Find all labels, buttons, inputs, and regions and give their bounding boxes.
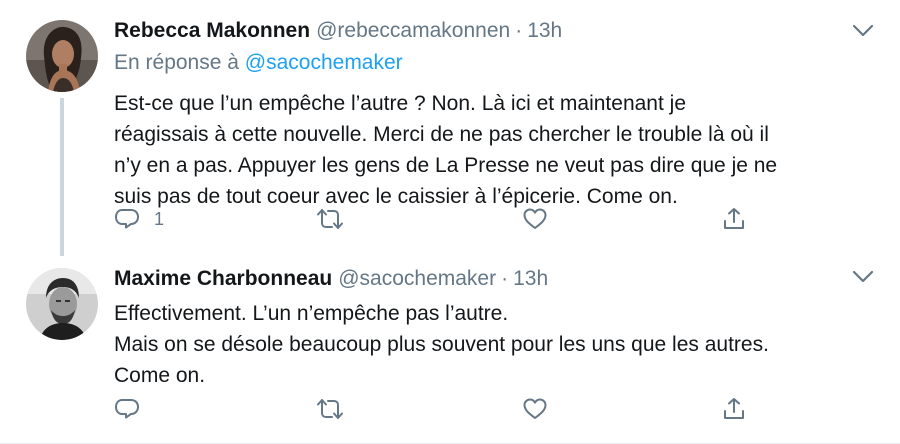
reply-button[interactable]: 1 (114, 204, 164, 234)
tweet-text: Effectivement. L’un n’empêche pas l’autr… (114, 298, 874, 391)
retweet-icon (317, 209, 343, 229)
tweet-maxime-charbonneau[interactable]: Maxime Charbonneau @sacochemaker · 13h Effe… (0, 250, 900, 444)
share-button[interactable] (721, 394, 747, 424)
avatar-image (26, 268, 98, 340)
mention-link[interactable]: @sacochemaker (245, 51, 403, 74)
retweet-button[interactable] (316, 394, 344, 424)
tweet-text-line: Come on. (114, 364, 206, 387)
retweet-button[interactable] (316, 204, 344, 234)
tweet-timestamp[interactable]: 13h (513, 267, 548, 290)
share-icon (724, 398, 744, 419)
tweet-actions: 1 (114, 204, 774, 234)
chevron-down-icon (852, 24, 874, 37)
share-icon (724, 208, 744, 229)
like-icon (523, 208, 547, 229)
like-icon (523, 398, 547, 419)
reply-icon (115, 209, 139, 229)
more-options-button[interactable] (852, 24, 874, 40)
tweet-text-line: Effectivement. L’un n’empêche pas l’autr… (114, 302, 509, 325)
tweet-content: Maxime Charbonneau @sacochemaker · 13h Effe… (114, 264, 874, 391)
avatar[interactable] (26, 268, 98, 340)
thread-line (60, 98, 64, 256)
avatar[interactable] (26, 20, 98, 92)
reply-button[interactable] (114, 394, 140, 424)
author-name[interactable]: Rebecca Makonnen (114, 19, 310, 42)
tweet-text-line: Est-ce que l’un empêche l’autre ? Non. L… (114, 92, 686, 115)
chevron-down-icon (852, 270, 874, 283)
tweet-actions (114, 394, 774, 424)
avatar-image (26, 20, 98, 92)
author-name[interactable]: Maxime Charbonneau (114, 267, 332, 290)
like-button[interactable] (522, 394, 548, 424)
reply-context: En réponse à @sacochemaker (114, 48, 874, 78)
tweet-content: Rebecca Makonnen @rebeccamakonnen · 13h En … (114, 16, 874, 212)
tweet-text-line: Mais on se désole beaucoup plus souvent … (114, 333, 769, 356)
tweet-text-line: n’y en a pas. Appuyer les gens de La Pre… (114, 154, 778, 177)
tweet-header: Maxime Charbonneau @sacochemaker · 13h (114, 264, 874, 294)
tweet-text-line: réagissais à cette nouvelle. Merci de ne… (114, 123, 769, 146)
author-handle[interactable]: @sacochemaker (338, 267, 496, 290)
reply-count: 1 (154, 208, 165, 229)
more-options-button[interactable] (852, 270, 874, 286)
tweet-text: Est-ce que l’un empêche l’autre ? Non. L… (114, 88, 874, 212)
author-handle[interactable]: @rebeccamakonnen (316, 19, 510, 42)
reply-prefix: En réponse à (114, 51, 239, 74)
like-button[interactable] (522, 204, 548, 234)
share-button[interactable] (721, 204, 747, 234)
separator-dot: · (501, 267, 509, 290)
tweet-timestamp[interactable]: 13h (527, 19, 562, 42)
retweet-icon (317, 399, 343, 419)
tweet-rebecca-makonnen[interactable]: Rebecca Makonnen @rebeccamakonnen · 13h En … (0, 0, 900, 256)
separator-dot: · (515, 19, 523, 42)
tweet-header: Rebecca Makonnen @rebeccamakonnen · 13h (114, 16, 874, 46)
reply-icon (115, 399, 139, 419)
